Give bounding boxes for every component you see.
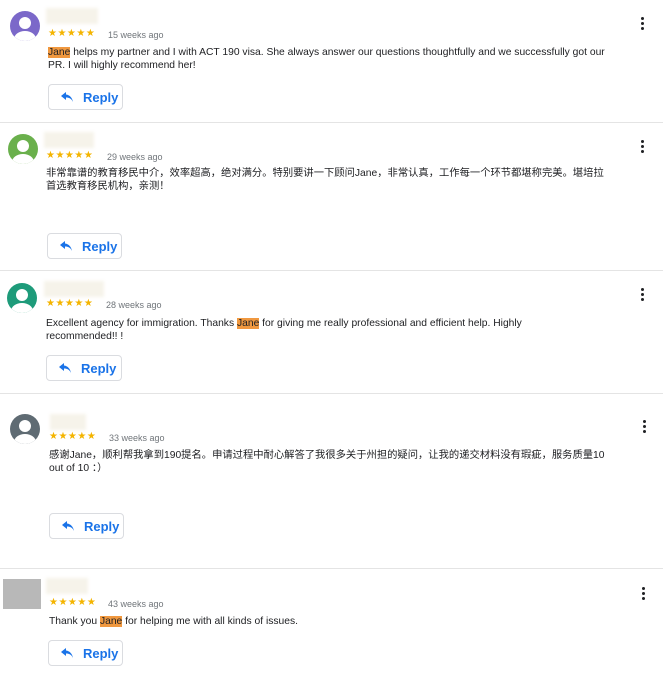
more-vert-icon[interactable]: [639, 587, 647, 601]
star-rating: ★★★★★: [46, 298, 94, 309]
reply-label: Reply: [84, 518, 120, 534]
review-card: ★★★★★ 33 weeks ago 感谢Jane，顺利帮我拿到190提名。申请…: [0, 394, 663, 568]
review-time: 28 weeks ago: [106, 300, 162, 310]
reply-label: Reply: [83, 645, 119, 661]
more-vert-icon[interactable]: [638, 17, 646, 31]
review-card: ★★★★★ 29 weeks ago 非常靠谱的教育移民中介，效率超高，绝对满分…: [0, 123, 663, 270]
reply-button[interactable]: Reply: [49, 513, 124, 539]
reply-button[interactable]: Reply: [48, 84, 123, 110]
review-text: Jane helps my partner and I with ACT 190…: [48, 47, 605, 71]
review-card: ★★★★★ 43 weeks ago Thank you Jane for he…: [0, 569, 663, 679]
highlighted-name: Jane: [48, 47, 71, 58]
star-rating: ★★★★★: [48, 28, 96, 39]
review-card: ★★★★★ 15 weeks ago Jane helps my partner…: [0, 0, 663, 122]
reply-arrow-icon: [59, 363, 71, 373]
highlighted-name: Jane: [236, 318, 260, 329]
reply-label: Reply: [83, 89, 119, 105]
reply-button[interactable]: Reply: [46, 355, 122, 381]
review-text: 非常靠谱的教育移民中介，效率超高，绝对满分。特别要讲一下顾问Jane，非常认真，…: [46, 168, 604, 192]
review-time: 29 weeks ago: [107, 152, 163, 162]
review-text: Thank you Jane for helping me with all k…: [49, 616, 298, 627]
avatar[interactable]: [3, 579, 41, 609]
avatar[interactable]: [7, 283, 37, 313]
reviewer-name-redacted: [46, 8, 98, 24]
reply-arrow-icon: [61, 648, 73, 658]
star-rating: ★★★★★: [49, 431, 97, 442]
avatar[interactable]: [10, 11, 40, 41]
reply-arrow-icon: [60, 241, 72, 251]
reviewer-name-redacted: [50, 414, 86, 430]
review-text: 感谢Jane，顺利帮我拿到190提名。申请过程中耐心解答了我很多关于州担的疑问，…: [49, 450, 605, 474]
reply-button[interactable]: Reply: [48, 640, 123, 666]
more-vert-icon[interactable]: [638, 140, 646, 154]
reply-label: Reply: [82, 238, 118, 254]
reviewer-name-redacted: [44, 132, 94, 148]
review-time: 43 weeks ago: [108, 599, 164, 609]
review-time: 33 weeks ago: [109, 433, 165, 443]
reply-button[interactable]: Reply: [47, 233, 122, 259]
avatar[interactable]: [8, 134, 38, 164]
reviewer-name-redacted: [46, 578, 88, 594]
reply-arrow-icon: [61, 92, 73, 102]
reply-label: Reply: [81, 360, 117, 376]
star-rating: ★★★★★: [49, 597, 97, 608]
avatar[interactable]: [10, 414, 40, 444]
more-vert-icon[interactable]: [638, 288, 646, 302]
review-card: ★★★★★ 28 weeks ago Excellent agency for …: [0, 271, 663, 393]
reviewer-name-redacted: [44, 281, 104, 297]
more-vert-icon[interactable]: [640, 420, 648, 434]
review-text: Excellent agency for immigration. Thanks…: [46, 318, 522, 342]
highlighted-name: Jane: [99, 616, 123, 627]
review-time: 15 weeks ago: [108, 30, 164, 40]
star-rating: ★★★★★: [46, 150, 94, 161]
reply-arrow-icon: [62, 521, 74, 531]
